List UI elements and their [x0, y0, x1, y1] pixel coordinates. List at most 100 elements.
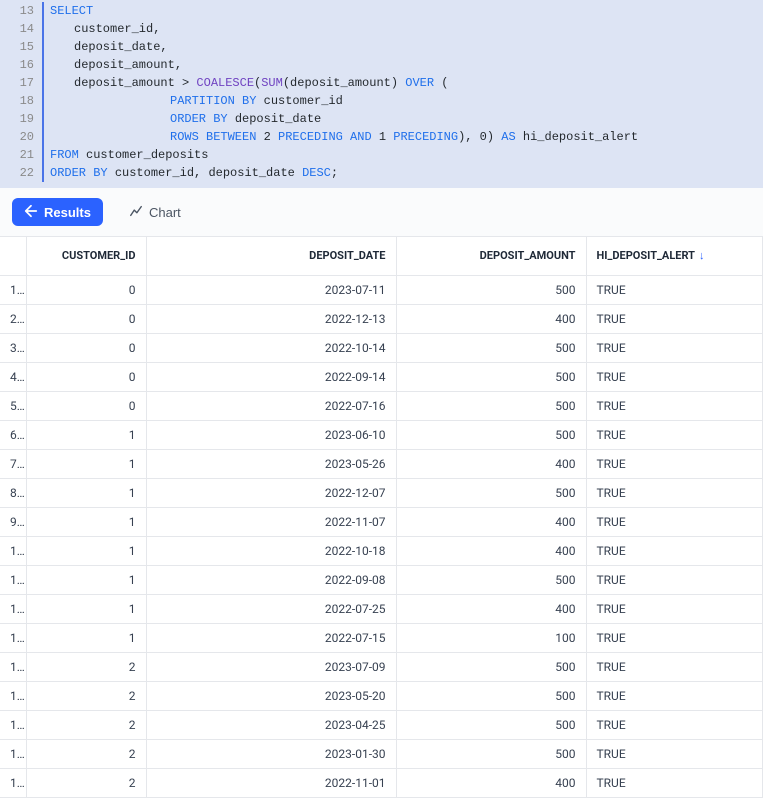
cell-customer-id[interactable]: 2 — [26, 652, 146, 681]
table-row[interactable]: 1822022-11-01400TRUE — [0, 768, 763, 797]
table-row[interactable]: 1622023-04-25500TRUE — [0, 710, 763, 739]
results-tabbar: Results Chart — [0, 188, 763, 237]
cell-customer-id[interactable]: 0 — [26, 304, 146, 333]
cell-deposit-date[interactable]: 2023-05-26 — [146, 449, 396, 478]
cell-customer-id[interactable]: 1 — [26, 449, 146, 478]
cell-deposit-date[interactable]: 2022-10-14 — [146, 333, 396, 362]
cell-deposit-date[interactable]: 2022-07-25 — [146, 594, 396, 623]
cell-deposit-date[interactable]: 2023-04-25 — [146, 710, 396, 739]
cell-deposit-amount[interactable]: 400 — [396, 536, 586, 565]
cell-deposit-date[interactable]: 2023-07-09 — [146, 652, 396, 681]
cell-deposit-amount[interactable]: 500 — [396, 333, 586, 362]
code-content[interactable]: SELECTcustomer_id,deposit_date,deposit_a… — [42, 2, 763, 182]
cell-deposit-amount[interactable]: 500 — [396, 391, 586, 420]
cell-customer-id[interactable]: 2 — [26, 768, 146, 797]
cell-deposit-date[interactable]: 2022-11-07 — [146, 507, 396, 536]
cell-customer-id[interactable]: 2 — [26, 681, 146, 710]
cell-hi-deposit-alert[interactable]: TRUE — [586, 391, 763, 420]
table-row[interactable]: 1212022-07-25400TRUE — [0, 594, 763, 623]
table-row[interactable]: 402022-09-14500TRUE — [0, 362, 763, 391]
cell-deposit-date[interactable]: 2022-09-08 — [146, 565, 396, 594]
cell-deposit-date[interactable]: 2022-12-07 — [146, 478, 396, 507]
cell-deposit-amount[interactable]: 500 — [396, 652, 586, 681]
cell-deposit-amount[interactable]: 400 — [396, 507, 586, 536]
table-row[interactable]: 912022-11-07400TRUE — [0, 507, 763, 536]
table-row[interactable]: 502022-07-16500TRUE — [0, 391, 763, 420]
cell-deposit-amount[interactable]: 400 — [396, 449, 586, 478]
cell-deposit-date[interactable]: 2023-01-30 — [146, 739, 396, 768]
table-row[interactable]: 1522023-05-20500TRUE — [0, 681, 763, 710]
table-row[interactable]: 202022-12-13400TRUE — [0, 304, 763, 333]
cell-customer-id[interactable]: 1 — [26, 565, 146, 594]
cell-deposit-date[interactable]: 2022-11-01 — [146, 768, 396, 797]
table-row[interactable]: 612023-06-10500TRUE — [0, 420, 763, 449]
cell-hi-deposit-alert[interactable]: TRUE — [586, 333, 763, 362]
col-header-hi-deposit-alert[interactable]: HI_DEPOSIT_ALERT↓ — [586, 237, 763, 275]
cell-hi-deposit-alert[interactable]: TRUE — [586, 739, 763, 768]
row-number: 15 — [0, 681, 26, 710]
table-row[interactable]: 1422023-07-09500TRUE — [0, 652, 763, 681]
cell-customer-id[interactable]: 0 — [26, 275, 146, 304]
line-number: 18 — [0, 92, 34, 110]
table-row[interactable]: 102023-07-11500TRUE — [0, 275, 763, 304]
cell-deposit-date[interactable]: 2022-12-13 — [146, 304, 396, 333]
cell-hi-deposit-alert[interactable]: TRUE — [586, 565, 763, 594]
cell-hi-deposit-alert[interactable]: TRUE — [586, 768, 763, 797]
cell-hi-deposit-alert[interactable]: TRUE — [586, 507, 763, 536]
cell-customer-id[interactable]: 0 — [26, 362, 146, 391]
cell-hi-deposit-alert[interactable]: TRUE — [586, 536, 763, 565]
cell-hi-deposit-alert[interactable]: TRUE — [586, 304, 763, 333]
table-row[interactable]: 1112022-09-08500TRUE — [0, 565, 763, 594]
cell-hi-deposit-alert[interactable]: TRUE — [586, 594, 763, 623]
cell-hi-deposit-alert[interactable]: TRUE — [586, 478, 763, 507]
cell-deposit-amount[interactable]: 500 — [396, 362, 586, 391]
cell-hi-deposit-alert[interactable]: TRUE — [586, 362, 763, 391]
cell-hi-deposit-alert[interactable]: TRUE — [586, 681, 763, 710]
cell-customer-id[interactable]: 1 — [26, 594, 146, 623]
sql-editor[interactable]: 13141516171819202122 SELECTcustomer_id,d… — [0, 0, 763, 188]
cell-customer-id[interactable]: 1 — [26, 420, 146, 449]
cell-deposit-date[interactable]: 2023-06-10 — [146, 420, 396, 449]
cell-customer-id[interactable]: 0 — [26, 391, 146, 420]
cell-customer-id[interactable]: 2 — [26, 739, 146, 768]
cell-customer-id[interactable]: 0 — [26, 333, 146, 362]
cell-deposit-amount[interactable]: 500 — [396, 681, 586, 710]
cell-hi-deposit-alert[interactable]: TRUE — [586, 420, 763, 449]
row-number: 14 — [0, 652, 26, 681]
col-header-deposit-date[interactable]: DEPOSIT_DATE — [146, 237, 396, 275]
cell-hi-deposit-alert[interactable]: TRUE — [586, 652, 763, 681]
row-number: 10 — [0, 536, 26, 565]
cell-deposit-amount[interactable]: 400 — [396, 768, 586, 797]
cell-deposit-amount[interactable]: 400 — [396, 594, 586, 623]
cell-deposit-date[interactable]: 2022-07-16 — [146, 391, 396, 420]
cell-customer-id[interactable]: 1 — [26, 507, 146, 536]
table-row[interactable]: 1012022-10-18400TRUE — [0, 536, 763, 565]
results-tab[interactable]: Results — [12, 198, 103, 226]
cell-deposit-amount[interactable]: 500 — [396, 275, 586, 304]
chart-tab[interactable]: Chart — [117, 198, 193, 226]
cell-customer-id[interactable]: 2 — [26, 710, 146, 739]
table-row[interactable]: 712023-05-26400TRUE — [0, 449, 763, 478]
cell-deposit-date[interactable]: 2023-05-20 — [146, 681, 396, 710]
cell-deposit-date[interactable]: 2023-07-11 — [146, 275, 396, 304]
cell-customer-id[interactable]: 1 — [26, 536, 146, 565]
cell-deposit-amount[interactable]: 400 — [396, 304, 586, 333]
cell-deposit-date[interactable]: 2022-09-14 — [146, 362, 396, 391]
col-header-customer-id[interactable]: CUSTOMER_ID — [26, 237, 146, 275]
cell-deposit-amount[interactable]: 500 — [396, 478, 586, 507]
cell-hi-deposit-alert[interactable]: TRUE — [586, 275, 763, 304]
cell-hi-deposit-alert[interactable]: TRUE — [586, 710, 763, 739]
cell-deposit-amount[interactable]: 500 — [396, 710, 586, 739]
cell-deposit-amount[interactable]: 500 — [396, 420, 586, 449]
code-line: ROWS BETWEEN 2 PRECEDING AND 1 PRECEDING… — [50, 128, 763, 146]
cell-customer-id[interactable]: 1 — [26, 478, 146, 507]
cell-hi-deposit-alert[interactable]: TRUE — [586, 449, 763, 478]
cell-deposit-amount[interactable]: 500 — [396, 739, 586, 768]
cell-deposit-date[interactable]: 2022-10-18 — [146, 536, 396, 565]
cell-deposit-amount[interactable]: 500 — [396, 565, 586, 594]
col-header-deposit-amount[interactable]: DEPOSIT_AMOUNT — [396, 237, 586, 275]
table-row[interactable]: 812022-12-07500TRUE — [0, 478, 763, 507]
line-number: 13 — [0, 2, 34, 20]
table-row[interactable]: 1722023-01-30500TRUE — [0, 739, 763, 768]
table-row[interactable]: 302022-10-14500TRUE — [0, 333, 763, 362]
